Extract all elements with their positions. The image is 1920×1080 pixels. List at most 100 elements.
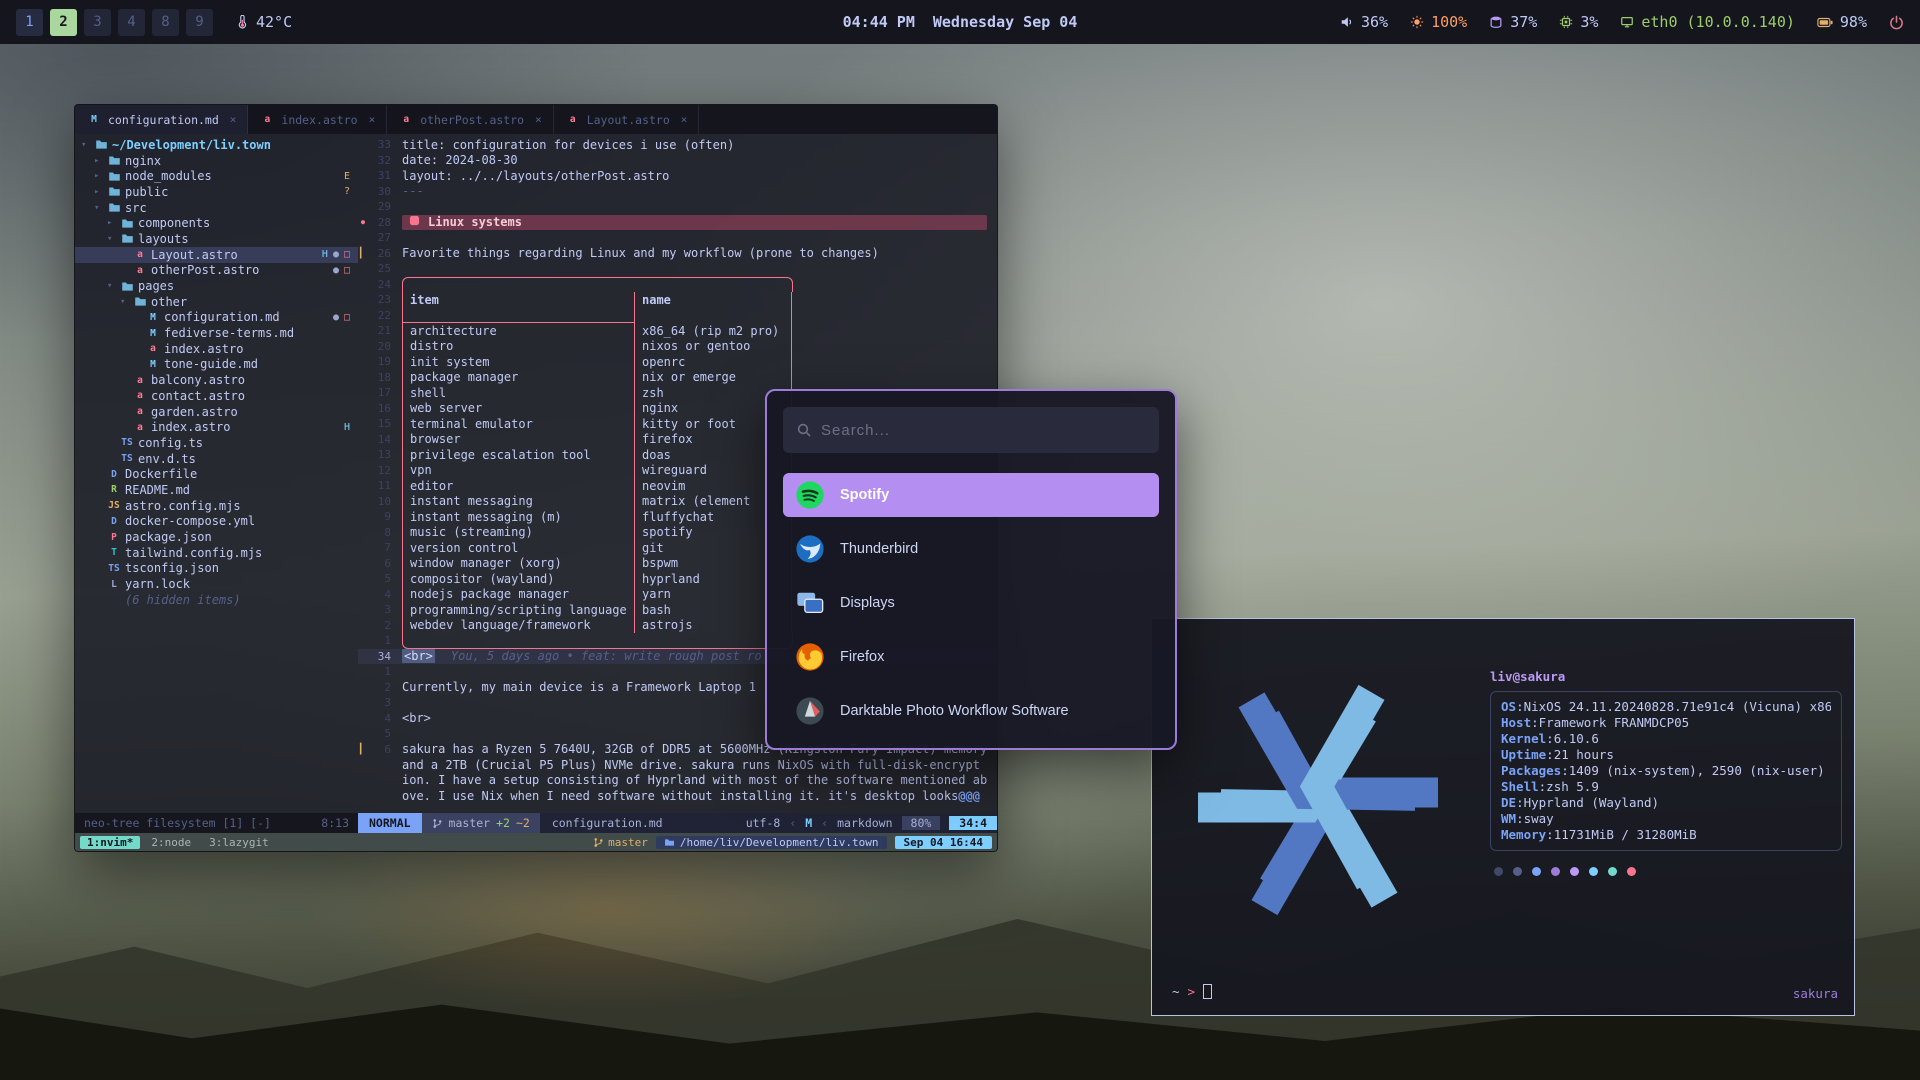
tree-item[interactable]: (6 hidden items)	[75, 592, 358, 608]
line-content: Linux systems	[402, 215, 997, 231]
shell-prompt[interactable]: ~ >	[1172, 984, 1212, 999]
temperature-module: 42°C	[235, 13, 292, 31]
folder-open-icon	[106, 201, 122, 214]
tree-item-label: env.d.ts	[138, 452, 196, 466]
package-icon: P	[106, 532, 122, 543]
table-cell: browser	[402, 432, 634, 448]
expander-icon: ▾	[107, 234, 119, 244]
line-content: distronixos or gentoo	[402, 339, 997, 355]
tree-item-label: node_modules	[125, 169, 212, 183]
editor-line: and a 2TB (Crucial P5 Plus) NVMe drive. …	[358, 757, 997, 773]
workspace-button-4[interactable]: 4	[118, 9, 145, 36]
close-icon[interactable]: ×	[535, 113, 542, 126]
tree-item[interactable]: ▸public?	[75, 184, 358, 200]
tmux-window-2:node[interactable]: 2:node	[144, 836, 198, 849]
workspace-button-2[interactable]: 2	[50, 9, 77, 36]
close-icon[interactable]: ×	[681, 113, 688, 126]
line-content: Favorite things regarding Linux and my w…	[402, 246, 997, 262]
ts-icon: TS	[106, 563, 122, 574]
workspace-button-9[interactable]: 9	[186, 9, 213, 36]
tree-item[interactable]: Lyarn.lock	[75, 576, 358, 592]
expander-icon: ▾	[107, 281, 119, 291]
git-branch-icon	[432, 818, 443, 829]
line-number: 13	[368, 448, 402, 461]
fetch-info-value: 1409 (nix-system), 2590 (nix-user)	[1569, 763, 1825, 779]
docker-icon: D	[106, 516, 122, 527]
launcher-item-thunderbird[interactable]: Thunderbird	[783, 527, 1159, 571]
line-number: 1	[368, 665, 402, 678]
tree-item[interactable]: Mfediverse-terms.md	[75, 325, 358, 341]
tree-item[interactable]: agarden.astro	[75, 404, 358, 420]
tree-item[interactable]: TStsconfig.json	[75, 561, 358, 577]
tree-item[interactable]: ▸components	[75, 215, 358, 231]
folder-icon	[93, 138, 109, 151]
table-cell: nodejs package manager	[402, 587, 634, 603]
table-cell: privilege escalation tool	[402, 447, 634, 463]
tree-item[interactable]: ▾pages	[75, 278, 358, 294]
tab-otherPost.astro[interactable]: aotherPost.astro×	[387, 105, 553, 134]
tab-Layout.astro[interactable]: aLayout.astro×	[554, 105, 700, 134]
tree-item[interactable]: DDockerfile	[75, 466, 358, 482]
launcher-item-darktable-photo-workflow-software[interactable]: Darktable Photo Workflow Software	[783, 689, 1159, 733]
tree-item[interactable]: Ttailwind.config.mjs	[75, 545, 358, 561]
tree-item[interactable]: aindex.astroH	[75, 419, 358, 435]
line-content	[402, 199, 997, 215]
fastfetch-terminal[interactable]: liv@sakura OS: NixOS 24.11.20240828.71e9…	[1151, 618, 1855, 1016]
line-number: 11	[368, 479, 402, 492]
launcher-item-label: Displays	[840, 595, 895, 611]
tree-item[interactable]: TSenv.d.ts	[75, 451, 358, 467]
tree-item[interactable]: Mtone-guide.md	[75, 357, 358, 373]
editor-line: 33title: configuration for devices i use…	[358, 137, 997, 153]
neo-tree[interactable]: ▾ ~/Development/liv.town ▸nginx▸node_mod…	[75, 134, 358, 813]
line-number: 30	[368, 185, 402, 198]
tree-item[interactable]: Ddocker-compose.yml	[75, 514, 358, 530]
tree-item[interactable]: aindex.astro	[75, 341, 358, 357]
tree-item[interactable]: ▾src	[75, 200, 358, 216]
fetch-info-label: Kernel	[1501, 731, 1546, 747]
tree-root[interactable]: ▾ ~/Development/liv.town	[75, 137, 358, 153]
markdown-heading: Linux systems	[402, 215, 987, 231]
close-icon[interactable]: ×	[230, 113, 237, 126]
tree-item-label: Layout.astro	[151, 248, 238, 262]
tree-item[interactable]: aotherPost.astro●□	[75, 263, 358, 279]
tree-item-label: garden.astro	[151, 405, 238, 419]
tree-item[interactable]: ▾layouts	[75, 231, 358, 247]
git-status-badge: H●□	[317, 249, 358, 260]
line-number: 5	[368, 572, 402, 585]
tmux-window-1:nvim*[interactable]: 1:nvim*	[80, 836, 140, 849]
tree-item[interactable]: acontact.astro	[75, 388, 358, 404]
tab-configuration.md[interactable]: Mconfiguration.md×	[75, 105, 248, 134]
astro-icon: a	[145, 343, 161, 354]
tree-item[interactable]: Ppackage.json	[75, 529, 358, 545]
tree-item[interactable]: aLayout.astroH●□	[75, 247, 358, 263]
tree-item[interactable]: RREADME.md	[75, 482, 358, 498]
tab-index.astro[interactable]: aindex.astro×	[248, 105, 387, 134]
tree-item[interactable]: abalcony.astro	[75, 372, 358, 388]
line-number: 33	[368, 138, 402, 151]
launcher-item-spotify[interactable]: Spotify	[783, 473, 1159, 517]
workspace-button-3[interactable]: 3	[84, 9, 111, 36]
mode-indicator: NORMAL	[358, 813, 422, 833]
workspace-button-8[interactable]: 8	[152, 9, 179, 36]
tree-item[interactable]: ▸nginx	[75, 153, 358, 169]
power-button[interactable]	[1889, 15, 1904, 30]
tmux-window-3:lazygit[interactable]: 3:lazygit	[202, 836, 276, 849]
tree-item[interactable]: TSconfig.ts	[75, 435, 358, 451]
tree-item[interactable]: ▸node_modulesE	[75, 168, 358, 184]
fetch-info-value: 6.10.6	[1554, 731, 1599, 747]
tmux-path-segment: /home/liv/Development/liv.town	[656, 836, 887, 849]
launcher-item-firefox[interactable]: Firefox	[783, 635, 1159, 679]
line-number: 10	[368, 495, 402, 508]
workspace-button-1[interactable]: 1	[16, 9, 43, 36]
tree-item-label: index.astro	[151, 420, 230, 434]
close-icon[interactable]: ×	[369, 113, 376, 126]
markdown-icon: M	[145, 328, 161, 339]
tree-item[interactable]: Mconfiguration.md●□	[75, 310, 358, 326]
astro-icon: a	[132, 390, 148, 401]
vim-statusline: NORMAL master +2 ~2 configuration.md utf…	[358, 813, 997, 833]
launcher-item-displays[interactable]: Displays	[783, 581, 1159, 625]
tree-item[interactable]: ▾other	[75, 294, 358, 310]
tree-item[interactable]: JSastro.config.mjs	[75, 498, 358, 514]
search-input[interactable]	[821, 422, 1146, 439]
fetch-info: liv@sakura OS: NixOS 24.11.20240828.71e9…	[1490, 669, 1842, 876]
